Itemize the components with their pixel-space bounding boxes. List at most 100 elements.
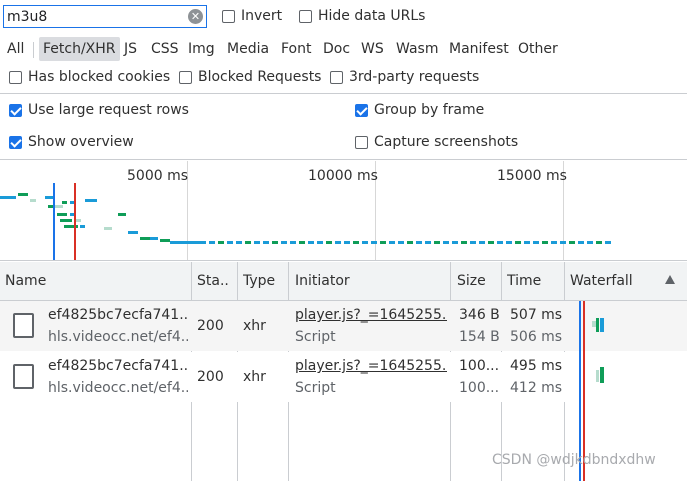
blocked-cookies-option[interactable]: Has blocked cookies	[9, 69, 170, 85]
column-header-name[interactable]: Name	[5, 262, 46, 300]
overview-request-bar	[344, 241, 350, 244]
column-header-waterfall[interactable]: Waterfall	[570, 262, 633, 300]
request-type: xhr	[243, 318, 266, 334]
overview-request-bar	[587, 241, 593, 244]
initiator-link[interactable]: player.js?_=1645255...	[295, 307, 447, 323]
overview-timeline[interactable]: 5000 ms 10000 ms 15000 ms	[0, 161, 687, 260]
type-filter-fetch-xhr[interactable]: Fetch/XHR	[39, 37, 120, 61]
overview-request-bar	[118, 213, 126, 216]
size-resource: 100...	[459, 380, 500, 396]
capture-screenshots-option[interactable]: Capture screenshots	[355, 134, 518, 150]
initiator-link[interactable]: player.js?_=1645255...	[295, 358, 447, 374]
request-name: ef4825bc7ecfa741...	[48, 307, 188, 323]
waterfall-download-bar	[600, 318, 604, 332]
group-by-frame-option[interactable]: Group by frame	[355, 102, 484, 118]
large-rows-option[interactable]: Use large request rows	[9, 102, 189, 118]
column-header-initiator[interactable]: Initiator	[295, 262, 350, 300]
show-overview-checkbox[interactable]	[9, 135, 22, 149]
time-total: 495 ms	[510, 358, 563, 374]
overview-request-bar	[533, 241, 539, 244]
overview-request-bar	[128, 231, 138, 234]
column-header-size[interactable]: Size	[457, 262, 486, 300]
invert-checkbox[interactable]	[222, 9, 235, 23]
request-name: ef4825bc7ecfa741...	[48, 358, 188, 374]
overview-request-bar	[434, 241, 440, 244]
column-header-status[interactable]: Sta..	[197, 262, 233, 300]
hide-data-urls-checkbox[interactable]	[299, 9, 312, 23]
type-filter-all[interactable]: All	[7, 37, 24, 61]
overview-request-bar	[479, 241, 485, 244]
overview-request-bar	[461, 241, 467, 244]
large-rows-label: Use large request rows	[28, 102, 189, 118]
time-total: 507 ms	[510, 307, 563, 323]
overview-request-bar	[150, 237, 158, 240]
overview-request-bar	[506, 241, 512, 244]
filter-input-box[interactable]: ✕	[3, 5, 207, 28]
type-filter-manifest[interactable]: Manifest	[449, 37, 509, 61]
overview-request-bar	[335, 241, 341, 244]
filter-input[interactable]	[7, 8, 177, 25]
column-header-time[interactable]: Time	[507, 262, 541, 300]
invert-label: Invert	[241, 8, 283, 24]
overview-request-bar	[362, 241, 368, 244]
overview-request-bar	[515, 241, 521, 244]
type-filter-ws[interactable]: WS	[361, 37, 384, 61]
type-filter-img[interactable]: Img	[188, 37, 215, 61]
blocked-cookies-label: Has blocked cookies	[28, 69, 171, 85]
type-filter-media[interactable]: Media	[227, 37, 269, 61]
overview-request-bar	[569, 241, 575, 244]
group-by-frame-label: Group by frame	[374, 102, 485, 118]
type-filter-other[interactable]: Other	[518, 37, 558, 61]
capture-screenshots-checkbox[interactable]	[355, 135, 368, 149]
overview-request-bar	[290, 241, 296, 244]
type-filter-doc[interactable]: Doc	[323, 37, 350, 61]
overview-request-bar	[398, 241, 404, 244]
overview-request-bar	[218, 241, 224, 244]
tick-label: 15000 ms	[497, 168, 567, 184]
divider	[0, 260, 687, 261]
clear-filter-icon[interactable]: ✕	[188, 9, 203, 24]
blocked-requests-checkbox[interactable]	[179, 70, 192, 84]
invert-option[interactable]: Invert	[222, 8, 282, 24]
overview-request-bar	[308, 241, 314, 244]
large-rows-checkbox[interactable]	[9, 103, 22, 117]
load-event-marker	[74, 183, 76, 260]
overview-request-bar	[80, 225, 85, 228]
type-filter-wasm[interactable]: Wasm	[396, 37, 438, 61]
request-table-header: Name Sta.. Type Initiator Size Time Wate…	[0, 262, 687, 301]
hide-data-urls-option[interactable]: Hide data URLs	[299, 8, 425, 24]
overview-request-bar	[596, 241, 602, 244]
overview-request-bar	[245, 241, 251, 244]
show-overview-option[interactable]: Show overview	[9, 134, 134, 150]
initiator-type: Script	[295, 329, 336, 345]
sort-ascending-icon[interactable]	[665, 275, 675, 284]
request-status: 200	[197, 318, 224, 334]
hide-data-urls-label: Hide data URLs	[318, 8, 426, 24]
third-party-checkbox[interactable]	[330, 70, 343, 84]
overview-request-bar	[551, 241, 557, 244]
overview-request-bar	[263, 241, 269, 244]
third-party-option[interactable]: 3rd-party requests	[330, 69, 479, 85]
type-filter-font[interactable]: Font	[281, 37, 311, 61]
request-status: 200	[197, 369, 224, 385]
group-by-frame-checkbox[interactable]	[355, 103, 368, 117]
capture-screenshots-label: Capture screenshots	[374, 134, 519, 150]
blocked-cookies-checkbox[interactable]	[9, 70, 22, 84]
overview-request-bar	[578, 241, 584, 244]
overview-request-bar	[299, 241, 305, 244]
type-filter-divider	[33, 42, 34, 58]
overview-request-bar	[416, 241, 422, 244]
file-icon	[13, 364, 34, 389]
overview-request-bar	[227, 241, 233, 244]
overview-request-bar	[605, 241, 611, 244]
blocked-requests-option[interactable]: Blocked Requests	[179, 69, 321, 85]
size-transferred: 346 B	[459, 307, 500, 323]
waterfall-waiting-bar	[600, 367, 604, 383]
type-filter-css[interactable]: CSS	[151, 37, 179, 61]
tick-label: 5000 ms	[127, 168, 189, 184]
overview-request-bar	[542, 241, 548, 244]
overview-request-bar	[104, 227, 112, 230]
type-filter-js[interactable]: JS	[124, 37, 137, 61]
blocked-requests-label: Blocked Requests	[198, 69, 322, 85]
column-header-type[interactable]: Type	[243, 262, 275, 300]
